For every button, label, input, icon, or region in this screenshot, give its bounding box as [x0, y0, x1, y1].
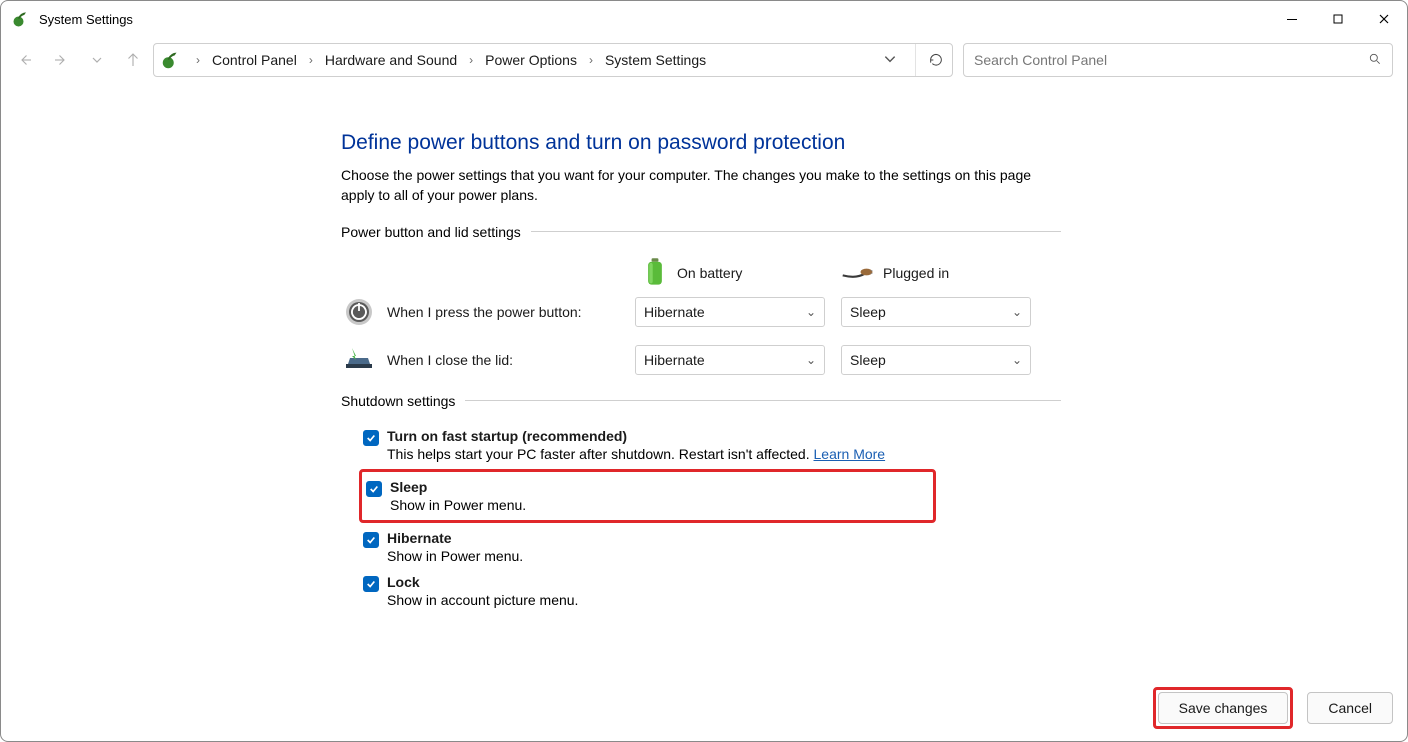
window-title: System Settings [39, 12, 133, 27]
checkbox[interactable] [366, 481, 382, 497]
minimize-button[interactable] [1269, 1, 1315, 37]
column-plugged-in: Plugged in [841, 262, 1041, 285]
battery-icon [641, 256, 669, 291]
checkbox[interactable] [363, 430, 379, 446]
search-icon[interactable] [1368, 52, 1382, 69]
window: System Settings [0, 0, 1408, 742]
recent-dropdown-icon[interactable] [87, 50, 107, 70]
chevron-down-icon: ⌄ [1012, 305, 1022, 319]
section-shutdown-label: Shutdown settings [341, 393, 1061, 409]
forward-button[interactable] [51, 50, 71, 70]
breadcrumb-item[interactable]: Hardware and Sound [323, 50, 459, 70]
titlebar: System Settings [1, 1, 1407, 37]
search-input[interactable] [974, 52, 1368, 68]
breadcrumb-item[interactable]: Power Options [483, 50, 579, 70]
chevron-right-icon[interactable]: › [465, 53, 477, 67]
close-lid-battery-dropdown[interactable]: Hibernate ⌄ [635, 345, 825, 375]
chevron-right-icon[interactable]: › [305, 53, 317, 67]
row-power-button: When I press the power button: Hibernate… [341, 297, 1061, 327]
checkbox-title: Hibernate [387, 530, 523, 546]
chevron-right-icon[interactable]: › [192, 53, 204, 67]
content-area: Define power buttons and turn on passwor… [1, 99, 1407, 677]
checkbox-lock: Lock Show in account picture menu. [363, 571, 1061, 611]
checkbox[interactable] [363, 576, 379, 592]
checkbox-hibernate: Hibernate Show in Power menu. [363, 527, 1061, 567]
section-power-button-label: Power button and lid settings [341, 224, 1061, 240]
up-button[interactable] [123, 50, 143, 70]
power-button-battery-dropdown[interactable]: Hibernate ⌄ [635, 297, 825, 327]
chevron-right-icon[interactable]: › [585, 53, 597, 67]
chevron-down-icon: ⌄ [806, 353, 816, 367]
row-label: When I close the lid: [377, 352, 635, 368]
app-icon [11, 9, 31, 29]
checkbox-sleep: Sleep Show in Power menu. [366, 476, 933, 516]
checkbox-title: Sleep [390, 479, 526, 495]
highlight-sleep: Sleep Show in Power menu. [359, 469, 936, 523]
row-label: When I press the power button: [377, 304, 635, 320]
learn-more-link[interactable]: Learn More [814, 446, 886, 462]
search-box[interactable] [963, 43, 1393, 77]
plug-icon [841, 262, 875, 285]
address-bar[interactable]: › Control Panel › Hardware and Sound › P… [153, 43, 953, 77]
breadcrumb-item[interactable]: System Settings [603, 50, 708, 70]
page-title: Define power buttons and turn on passwor… [341, 131, 1061, 155]
checkbox-title: Turn on fast startup (recommended) [387, 428, 885, 444]
close-button[interactable] [1361, 1, 1407, 37]
checkbox-description: Show in account picture menu. [387, 592, 578, 608]
footer: Save changes Cancel [1, 687, 1393, 729]
checkbox-description: Show in Power menu. [390, 497, 526, 513]
window-controls [1269, 1, 1407, 37]
address-icon [160, 49, 182, 71]
checkbox-title: Lock [387, 574, 578, 590]
column-label: Plugged in [883, 265, 949, 281]
close-lid-plugged-dropdown[interactable]: Sleep ⌄ [841, 345, 1031, 375]
back-button[interactable] [15, 50, 35, 70]
chevron-down-icon: ⌄ [1012, 353, 1022, 367]
power-button-icon [341, 297, 377, 327]
column-on-battery: On battery [641, 256, 841, 291]
column-headers: On battery Plugged in [641, 256, 1061, 291]
column-label: On battery [677, 265, 742, 281]
page-description: Choose the power settings that you want … [341, 165, 1041, 206]
breadcrumb-item[interactable]: Control Panel [210, 50, 299, 70]
address-row: › Control Panel › Hardware and Sound › P… [1, 37, 1407, 87]
refresh-button[interactable] [915, 44, 944, 76]
checkbox-description: This helps start your PC faster after sh… [387, 446, 885, 462]
row-close-lid: When I close the lid: Hibernate ⌄ Sleep … [341, 345, 1061, 375]
maximize-button[interactable] [1315, 1, 1361, 37]
chevron-down-icon[interactable] [883, 52, 903, 69]
power-button-plugged-dropdown[interactable]: Sleep ⌄ [841, 297, 1031, 327]
highlight-save: Save changes [1153, 687, 1294, 729]
laptop-lid-icon [341, 346, 377, 374]
checkbox-fast-startup: Turn on fast startup (recommended) This … [363, 425, 1061, 465]
checkbox-description: Show in Power menu. [387, 548, 523, 564]
checkbox[interactable] [363, 532, 379, 548]
page: Define power buttons and turn on passwor… [341, 131, 1061, 611]
chevron-down-icon: ⌄ [806, 305, 816, 319]
cancel-button[interactable]: Cancel [1307, 692, 1393, 724]
save-button[interactable]: Save changes [1158, 692, 1289, 724]
nav-buttons [15, 50, 143, 70]
